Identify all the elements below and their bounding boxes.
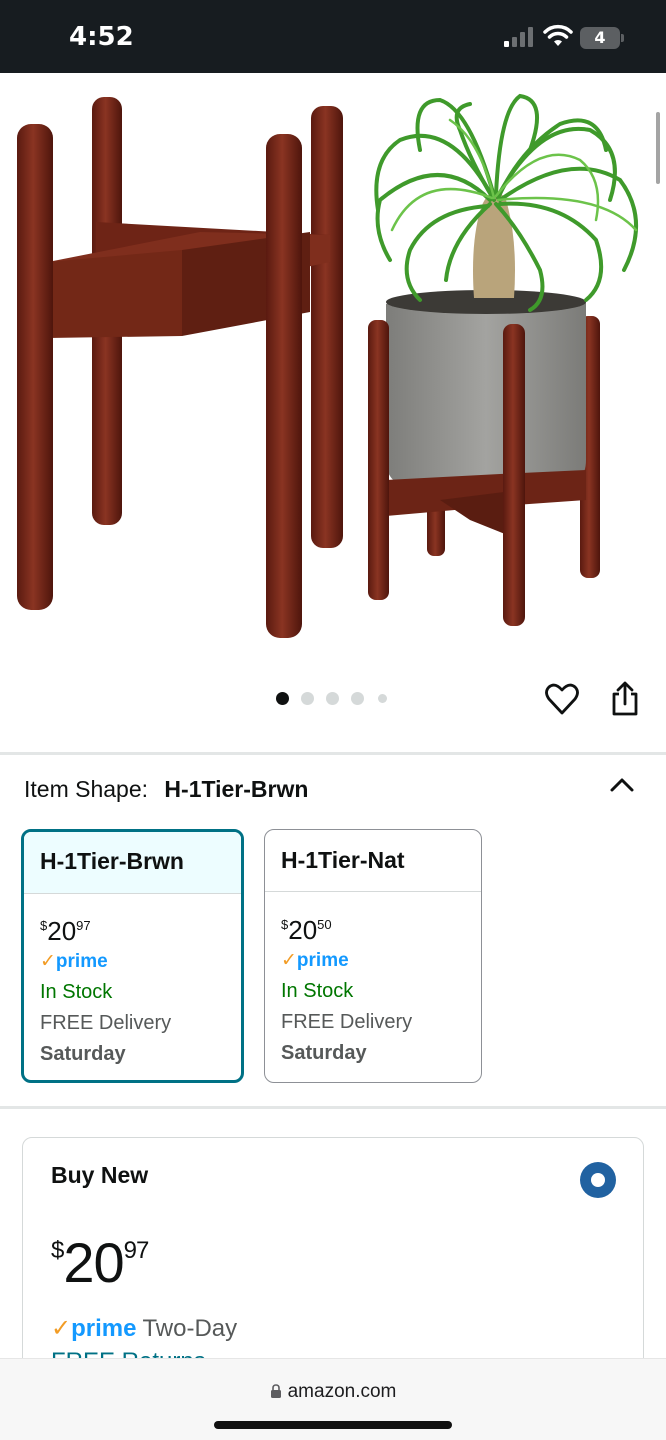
chevron-up-icon[interactable]	[606, 772, 638, 796]
pagination-dot[interactable]	[276, 692, 289, 705]
scroll-indicator	[656, 112, 660, 184]
section-divider	[0, 1106, 666, 1109]
item-shape-selected: H-1Tier-Brwn	[164, 776, 309, 802]
delivery-text: FREE Delivery	[40, 1012, 172, 1034]
item-shape-header: Item Shape: H-1Tier-Brwn	[24, 776, 308, 803]
variant-price: $2050	[281, 915, 332, 945]
variant-option-brwn[interactable]: H-1Tier-Brwn $2097 ✓ prime In Stock FREE …	[21, 829, 244, 1083]
stock-status: In Stock	[40, 981, 113, 1003]
section-divider	[0, 752, 666, 755]
status-time: 4:52	[69, 22, 134, 52]
buy-new-radio[interactable]	[580, 1162, 616, 1198]
variant-name: H-1Tier-Nat	[265, 830, 481, 892]
prime-check-icon: ✓	[51, 1315, 72, 1342]
browser-address-bar[interactable]: amazon.com	[0, 1358, 666, 1440]
variant-price: $2097	[40, 916, 91, 946]
prime-shipping: ✓ prime Two-Day	[51, 1314, 238, 1343]
prime-badge: ✓ prime	[40, 946, 241, 977]
delivery-day: Saturday	[40, 1043, 126, 1065]
delivery-day: Saturday	[281, 1042, 367, 1064]
battery-level: 4	[594, 28, 606, 47]
buy-new-price: $2097	[51, 1231, 149, 1294]
battery-icon: 4	[580, 27, 624, 49]
pagination-dot[interactable]	[351, 692, 364, 705]
url-display[interactable]: amazon.com	[0, 1381, 666, 1403]
status-bar: 4:52 4	[0, 0, 666, 73]
pagination-dot[interactable]	[301, 692, 314, 705]
variant-option-nat[interactable]: H-1Tier-Nat $2050 ✓ prime In Stock FREE D…	[264, 829, 482, 1083]
share-icon[interactable]	[607, 680, 643, 718]
pagination-dot[interactable]	[378, 694, 387, 703]
product-image[interactable]	[0, 73, 666, 673]
buy-new-title: Buy New	[51, 1162, 149, 1188]
stock-status: In Stock	[281, 980, 354, 1002]
prime-check-icon: ✓	[281, 950, 297, 971]
wifi-icon	[543, 24, 573, 46]
item-shape-label: Item Shape:	[24, 776, 149, 802]
delivery-text: FREE Delivery	[281, 1011, 413, 1033]
prime-check-icon: ✓	[40, 951, 56, 972]
home-indicator[interactable]	[214, 1421, 452, 1429]
url-text: amazon.com	[287, 1381, 397, 1402]
lock-icon	[270, 1384, 281, 1398]
prime-badge: ✓ prime	[281, 945, 481, 976]
plant-stand-illustration	[17, 93, 639, 638]
signal-icon	[504, 27, 533, 47]
variant-name: H-1Tier-Brwn	[24, 832, 241, 894]
heart-icon[interactable]	[544, 681, 580, 717]
pagination-dot[interactable]	[326, 692, 339, 705]
